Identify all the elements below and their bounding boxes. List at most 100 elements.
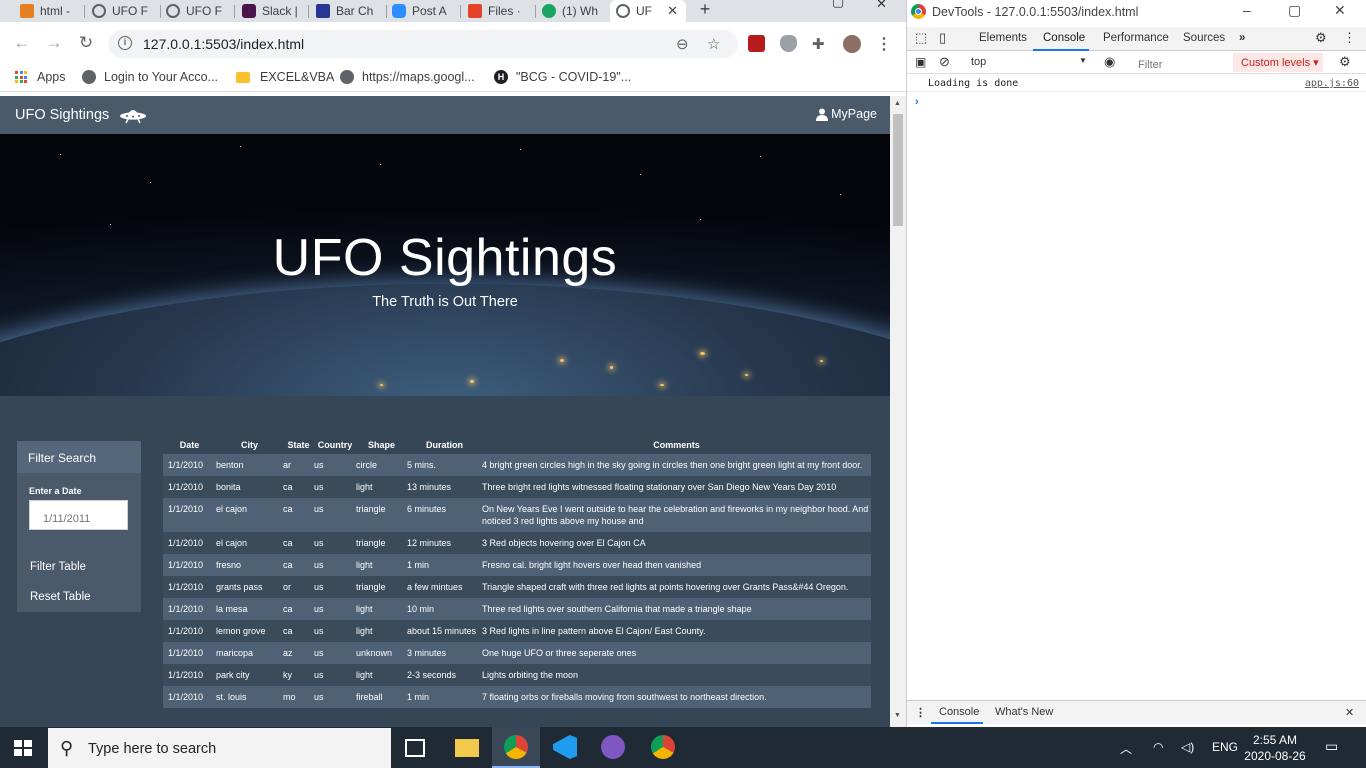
- drawer-tab-whats-new[interactable]: What's New: [995, 706, 1053, 718]
- browser-tab-6[interactable]: Post A: [386, 0, 458, 22]
- taskbar-clock[interactable]: 2:55 AM 2020-08-26: [1240, 732, 1310, 764]
- close-tab-icon[interactable]: ✕: [667, 3, 678, 19]
- console-prompt-icon[interactable]: ›: [915, 96, 919, 108]
- tab-label: html -: [40, 4, 70, 18]
- chrome-taskbar-icon-2[interactable]: [651, 735, 675, 759]
- maximize-icon[interactable]: ▢: [832, 0, 844, 10]
- scroll-up-icon[interactable]: ▲: [894, 100, 901, 107]
- task-view-icon[interactable]: [405, 739, 425, 757]
- header-duration[interactable]: Duration: [407, 437, 482, 454]
- cell-city: benton: [216, 454, 283, 476]
- reset-table-button[interactable]: Reset Table: [30, 591, 91, 603]
- tab-elements[interactable]: Elements: [979, 32, 1027, 44]
- vscode-icon[interactable]: [553, 735, 577, 759]
- file-explorer-icon[interactable]: [455, 739, 479, 757]
- inspect-element-icon[interactable]: ⬚: [915, 30, 927, 46]
- bookmark-bcg[interactable]: H "BCG - COVID-19"...: [494, 70, 631, 84]
- settings-gear-icon[interactable]: ⚙: [1315, 30, 1327, 46]
- site-info-icon[interactable]: i: [118, 36, 132, 50]
- start-button[interactable]: [14, 740, 32, 756]
- cell-duration: 1 min: [407, 554, 482, 576]
- new-tab-button[interactable]: +: [696, 0, 714, 20]
- console-filter-input[interactable]: [1133, 53, 1233, 72]
- browser-tab-2[interactable]: UFO F: [86, 0, 156, 22]
- cell-state: ca: [283, 620, 314, 642]
- close-drawer-icon[interactable]: ✕: [1345, 706, 1354, 719]
- forward-button[interactable]: →: [44, 33, 64, 53]
- chevron-down-icon[interactable]: ▼: [1079, 56, 1087, 65]
- puzzle-extensions-icon[interactable]: ✚: [812, 35, 829, 53]
- browser-tab-8[interactable]: (1) Wh: [536, 0, 608, 22]
- chrome-menu-icon[interactable]: ⋮: [876, 34, 892, 54]
- log-levels-dropdown[interactable]: Custom levels ▾: [1233, 53, 1323, 72]
- site-brand[interactable]: UFO Sightings: [15, 106, 147, 124]
- date-input[interactable]: [29, 500, 128, 530]
- bookmark-login[interactable]: Login to Your Acco...: [82, 70, 218, 84]
- browser-tab-5[interactable]: Bar Ch: [310, 0, 382, 22]
- cell-city: el cajon: [216, 498, 283, 532]
- volume-icon[interactable]: ◁): [1181, 740, 1194, 754]
- profile-avatar[interactable]: [843, 35, 861, 53]
- github-desktop-icon[interactable]: [601, 735, 625, 759]
- tray-chevron-up-icon[interactable]: ︿: [1120, 740, 1132, 757]
- header-comments[interactable]: Comments: [482, 437, 871, 454]
- user-icon: [816, 108, 829, 121]
- notifications-icon[interactable]: ▭: [1325, 738, 1338, 755]
- back-button[interactable]: ←: [12, 33, 32, 53]
- devtools-menu-icon[interactable]: ⋮: [1343, 30, 1356, 46]
- clear-console-icon[interactable]: ⊘: [939, 54, 950, 70]
- wifi-icon[interactable]: ◠: [1153, 740, 1163, 754]
- chrome-taskbar-icon[interactable]: [504, 735, 528, 759]
- header-city[interactable]: City: [216, 437, 283, 454]
- eye-icon[interactable]: ◉: [1104, 54, 1115, 70]
- bookmark-apps[interactable]: Apps: [15, 70, 66, 84]
- minimize-icon[interactable]: –: [1243, 2, 1251, 18]
- drawer-menu-icon[interactable]: ⋮: [915, 706, 926, 719]
- search-icon: ⚲: [60, 738, 74, 758]
- sidebar-toggle-icon[interactable]: ▣: [915, 55, 926, 69]
- tab-sources[interactable]: Sources: [1183, 32, 1225, 44]
- console-source-link[interactable]: app.js:60: [1305, 78, 1359, 89]
- cell-duration: about 15 minutes: [407, 620, 482, 642]
- close-window-icon[interactable]: ✕: [876, 0, 887, 12]
- mypage-link[interactable]: MyPage: [816, 107, 877, 121]
- header-country[interactable]: Country: [314, 437, 356, 454]
- header-state[interactable]: State: [283, 437, 314, 454]
- browser-tab-3[interactable]: UFO F: [160, 0, 230, 22]
- clock-date: 2020-08-26: [1244, 749, 1306, 763]
- cell-shape: light: [356, 598, 407, 620]
- address-bar[interactable]: i 127.0.0.1:5503/index.html ⊖ ☆: [108, 30, 738, 58]
- close-window-icon[interactable]: ✕: [1334, 2, 1346, 19]
- browser-tab-4[interactable]: Slack |: [236, 0, 306, 22]
- zoom-out-icon[interactable]: ⊖: [676, 35, 689, 53]
- filter-table-button[interactable]: Filter Table: [30, 561, 86, 573]
- scroll-down-icon[interactable]: ▼: [894, 712, 901, 719]
- scrollbar-thumb[interactable]: [893, 114, 903, 226]
- shield-extension-icon[interactable]: [780, 35, 797, 52]
- browser-tab-7[interactable]: Files ·: [462, 0, 532, 22]
- header-date[interactable]: Date: [163, 437, 216, 454]
- context-select[interactable]: top: [971, 56, 986, 68]
- bookmark-maps[interactable]: https://maps.googl...: [340, 70, 475, 84]
- language-indicator[interactable]: ENG: [1212, 740, 1238, 754]
- tab-performance[interactable]: Performance: [1103, 32, 1169, 44]
- browser-tab-1[interactable]: html -: [14, 0, 78, 22]
- globe-icon: [92, 4, 106, 18]
- browser-tab-active[interactable]: UF ✕: [610, 0, 686, 22]
- device-toolbar-icon[interactable]: ▯: [939, 30, 946, 46]
- console-settings-icon[interactable]: ⚙: [1339, 54, 1351, 70]
- table-row: 1/1/2010 benton ar us circle 5 mins. 4 bright …: [163, 454, 871, 476]
- bookmark-star-icon[interactable]: ☆: [707, 35, 720, 53]
- table-row: 1/1/2010 st. louis mo us fireball 1 min 7 floa…: [163, 686, 871, 708]
- maximize-icon[interactable]: ▢: [1288, 2, 1301, 19]
- drawer-tab-console[interactable]: Console: [939, 706, 979, 718]
- bookmark-excel-folder[interactable]: EXCEL&VBA: [236, 70, 334, 84]
- cell-shape: light: [356, 620, 407, 642]
- reload-button[interactable]: ↻: [76, 33, 96, 53]
- header-shape[interactable]: Shape: [356, 437, 407, 454]
- pdf-extension-icon[interactable]: [748, 35, 765, 52]
- tab-console[interactable]: Console: [1043, 32, 1085, 44]
- taskbar-search[interactable]: ⚲ Type here to search: [48, 728, 391, 768]
- page-scrollbar[interactable]: ▲ ▼: [890, 96, 906, 727]
- more-tabs-icon[interactable]: »: [1239, 32, 1245, 44]
